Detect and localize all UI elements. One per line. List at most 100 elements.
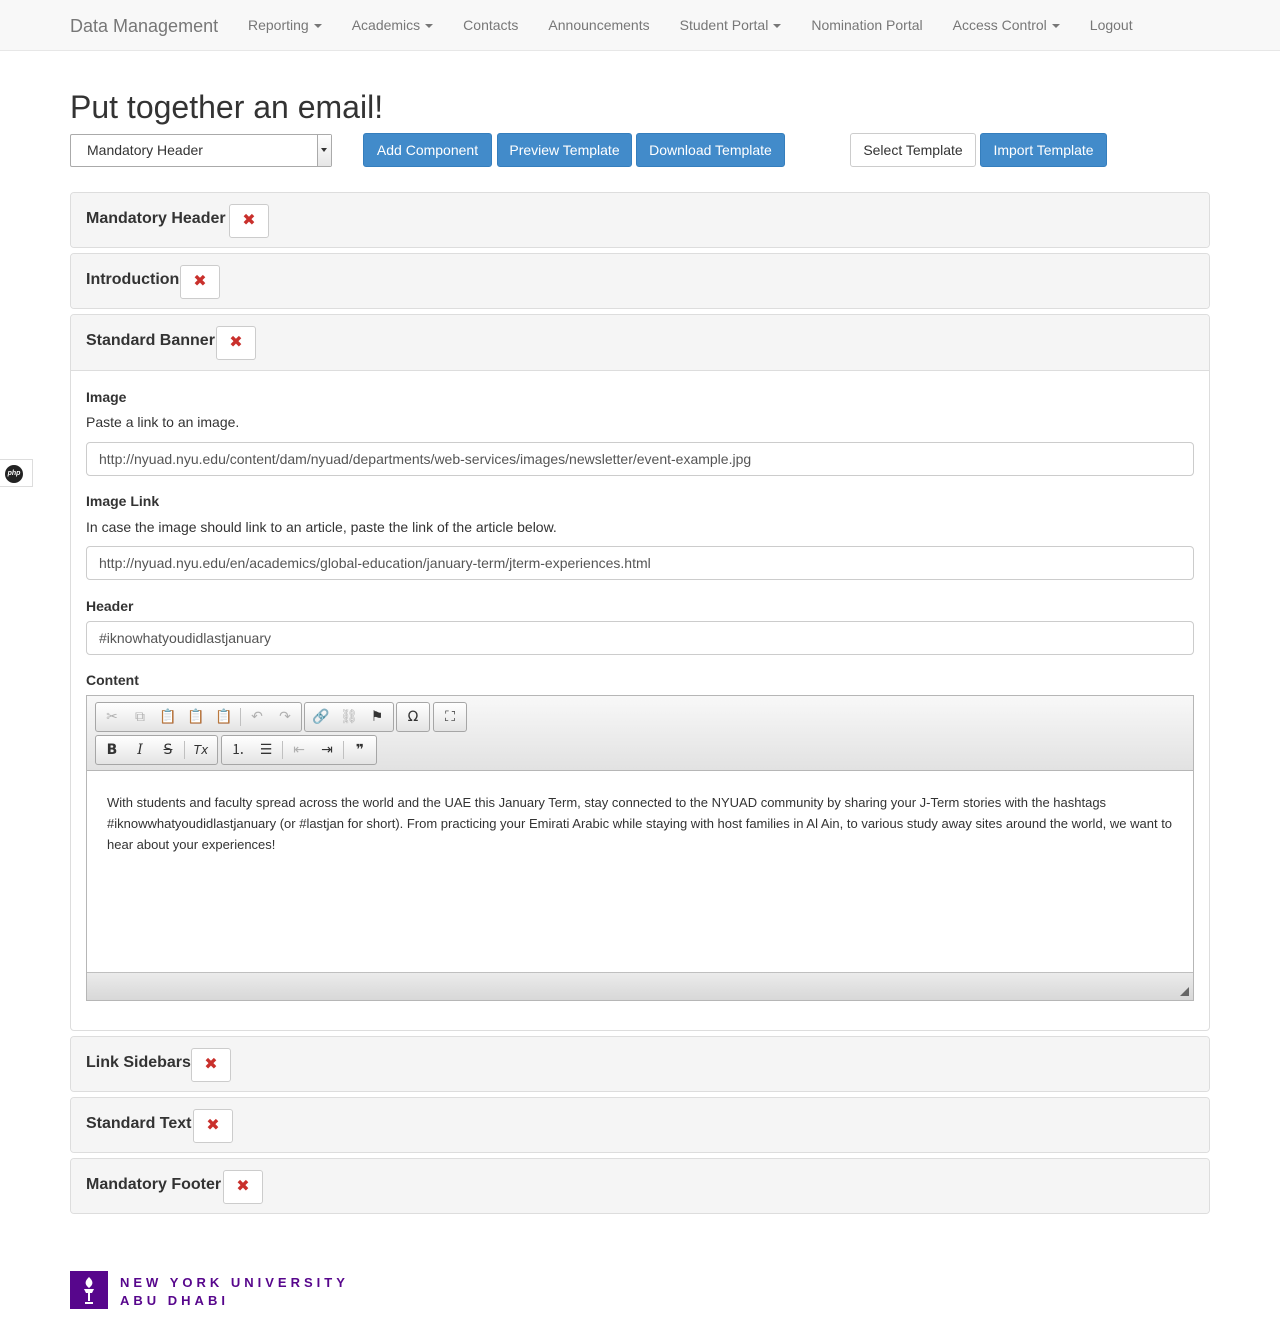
image-link-input[interactable] [86,546,1194,580]
select-template-button[interactable]: Select Template [850,133,976,167]
nav-item-access-control[interactable]: Access Control [938,0,1075,50]
panel-title: Standard Text [86,1115,192,1132]
panel-heading[interactable]: Mandatory Header ✖ [71,193,1209,247]
import-template-button[interactable]: Import Template [980,133,1107,167]
close-icon: ✖ [242,212,256,229]
panel-heading[interactable]: Mandatory Footer ✖ [71,1159,1209,1213]
panel-title: Link Sidebars [86,1054,191,1071]
caret-down-icon [313,24,322,29]
top-navbar: Data Management Reporting Academics Cont… [0,0,1280,51]
omega-icon[interactable]: Ω [399,704,427,730]
image-label: Image [86,389,127,405]
resize-handle-icon[interactable] [1180,987,1189,996]
panel-title: Introduction [86,271,180,288]
nyu-torch-logo-icon [70,1271,108,1309]
component-panel-standard-banner: Standard Banner ✖ Image Paste a link to … [70,314,1210,1031]
remove-component-button[interactable]: ✖ [180,265,220,299]
toolbar-separator [282,741,283,759]
link-group: 🔗 ⛓ ⚑ [304,702,394,732]
logo-text-line1: NEW YORK UNIVERSITY [120,1275,349,1290]
image-help-text: Paste a link to an image. [86,414,240,430]
panel-heading[interactable]: Standard Banner ✖ [71,315,1209,371]
remove-component-button[interactable]: ✖ [223,1170,263,1204]
close-icon: ✖ [193,273,207,290]
logo-text-line2: ABU DHABI [120,1293,229,1308]
editor-status-bar [87,972,1193,1000]
redo-icon[interactable]: ↷ [271,704,299,730]
clipboard-group: ✂ ⧉ 📋 📋 📋 ↶ ↷ [95,702,302,732]
link-icon[interactable]: 🔗 [307,704,335,730]
nav-item-announcements[interactable]: Announcements [533,0,664,50]
remove-component-button[interactable]: ✖ [229,204,269,238]
caret-down-icon [425,24,434,29]
panel-title: Mandatory Header [86,210,226,227]
component-panel-link-sidebars: Link Sidebars ✖ [70,1036,1210,1092]
paste-word-icon[interactable]: 📋 [210,704,238,730]
panel-heading[interactable]: Link Sidebars ✖ [71,1037,1209,1091]
component-panel-mandatory-header: Mandatory Header ✖ [70,192,1210,248]
php-debug-tab[interactable]: php [0,459,33,487]
nav-item-nomination-portal[interactable]: Nomination Portal [796,0,937,50]
view-group: ⛶ [433,702,467,732]
italic-icon[interactable]: I [126,737,154,763]
remove-component-button[interactable]: ✖ [216,326,256,360]
image-link-help-text: In case the image should link to an arti… [86,519,557,535]
navbar-brand[interactable]: Data Management [70,15,218,37]
caret-down-icon [1051,24,1060,29]
bold-icon[interactable]: B [98,737,126,763]
image-link-label: Image Link [86,493,160,509]
unlink-icon[interactable]: ⛓ [335,704,363,730]
panel-heading[interactable]: Standard Text ✖ [71,1098,1209,1152]
image-url-input[interactable] [86,442,1194,476]
editor-toolbar: ✂ ⧉ 📋 📋 📋 ↶ ↷ 🔗 ⛓ ⚑ Ω ⛶ B I S Tx ⒈ ☰ ⇤ ⇥… [87,696,1193,771]
cut-icon[interactable]: ✂ [98,704,126,730]
nav-item-academics[interactable]: Academics [337,0,448,50]
content-label: Content [86,672,139,688]
panel-heading[interactable]: Introduction ✖ [71,254,1209,308]
caret-down-icon [773,24,782,29]
list-group: ⒈ ☰ ⇤ ⇥ ❞ [221,735,377,765]
close-icon: ✖ [204,1056,218,1073]
select-arrow-icon[interactable] [317,135,331,166]
panel-title: Standard Banner [86,332,215,349]
header-label: Header [86,598,134,614]
anchor-flag-icon[interactable]: ⚑ [363,704,391,730]
preview-template-button[interactable]: Preview Template [497,133,632,167]
close-icon: ✖ [206,1117,220,1134]
paste-text-icon[interactable]: 📋 [182,704,210,730]
outdent-icon[interactable]: ⇤ [285,737,313,763]
remove-component-button[interactable]: ✖ [191,1048,231,1082]
close-icon: ✖ [236,1178,250,1195]
toolbar-separator [240,708,241,726]
download-template-button[interactable]: Download Template [636,133,785,167]
strikethrough-icon[interactable]: S [154,737,182,763]
nav-item-reporting[interactable]: Reporting [233,0,337,50]
format-group: B I S Tx [95,735,218,765]
nav-item-contacts[interactable]: Contacts [448,0,533,50]
nav-item-student-portal[interactable]: Student Portal [665,0,797,50]
header-input[interactable] [86,621,1194,655]
component-select[interactable]: Mandatory Header [70,134,332,167]
component-panel-mandatory-footer: Mandatory Footer ✖ [70,1158,1210,1214]
paste-icon[interactable]: 📋 [154,704,182,730]
panel-title: Mandatory Footer [86,1176,222,1193]
blockquote-icon[interactable]: ❞ [346,737,374,763]
copy-icon[interactable]: ⧉ [126,704,154,730]
undo-icon[interactable]: ↶ [243,704,271,730]
page-title: Put together an email! [70,89,384,125]
indent-icon[interactable]: ⇥ [313,737,341,763]
maximize-icon[interactable]: ⛶ [436,704,464,730]
remove-component-button[interactable]: ✖ [193,1109,233,1143]
navbar-menu: Reporting Academics Contacts Announcemen… [233,0,1148,50]
component-panel-introduction: Introduction ✖ [70,253,1210,309]
add-component-button[interactable]: Add Component [363,133,492,167]
nav-item-logout[interactable]: Logout [1075,0,1148,50]
toolbar-separator [343,741,344,759]
bulleted-list-icon[interactable]: ☰ [252,737,280,763]
rich-text-editor: ✂ ⧉ 📋 📋 📋 ↶ ↷ 🔗 ⛓ ⚑ Ω ⛶ B I S Tx ⒈ ☰ ⇤ ⇥… [86,695,1194,1001]
php-icon: php [5,465,23,483]
numbered-list-icon[interactable]: ⒈ [224,737,252,763]
editor-content-area[interactable]: With students and faculty spread across … [87,772,1193,972]
remove-format-icon[interactable]: Tx [187,737,215,763]
component-panel-standard-text: Standard Text ✖ [70,1097,1210,1153]
